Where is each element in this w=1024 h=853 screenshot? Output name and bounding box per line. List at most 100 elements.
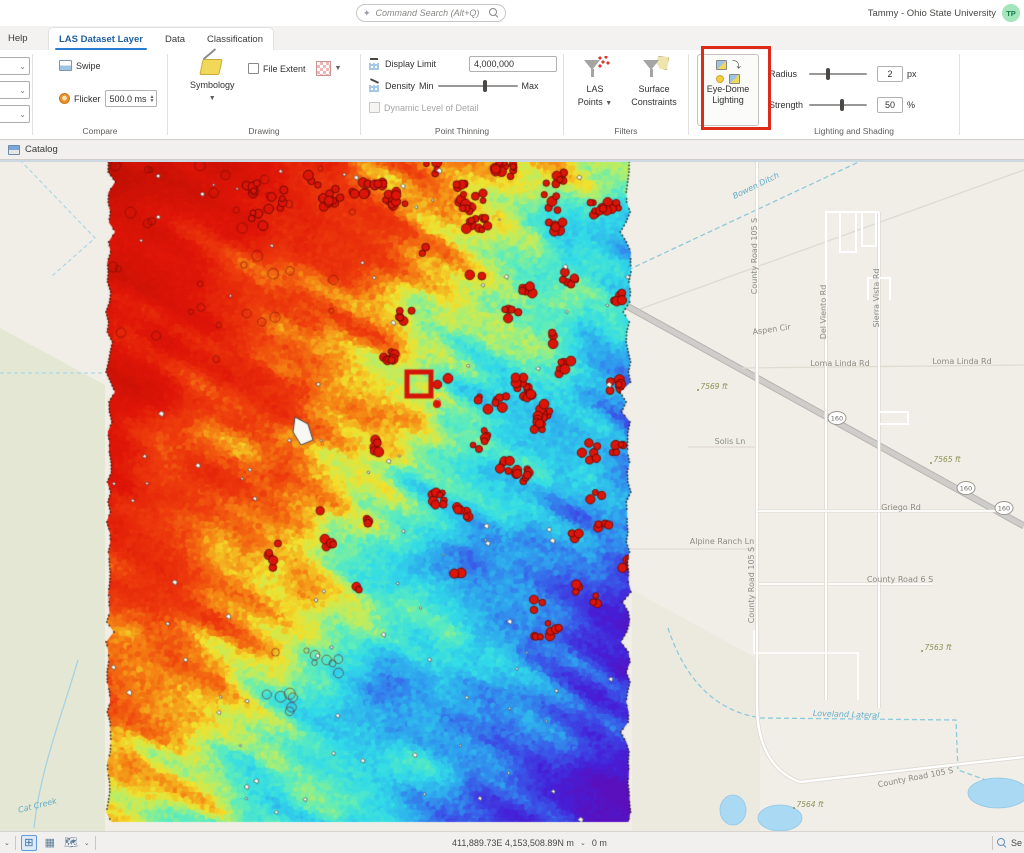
swipe-label: Swipe xyxy=(76,61,101,71)
layer-combo-1[interactable]: ⌄ xyxy=(0,57,30,75)
dynamic-lod-checkbox xyxy=(369,102,380,113)
eye-dome-lighting-button[interactable]: ⤵ Eye-Dome Lighting xyxy=(697,54,759,126)
layer-combo-2[interactable]: ⌄ xyxy=(0,81,30,99)
contextual-tab-group: LAS Dataset Layer Data Classification xyxy=(48,27,274,50)
flicker-label[interactable]: Flicker xyxy=(74,94,101,104)
title-bar: ✦ Command Search (Alt+Q) Tammy - Ohio St… xyxy=(0,0,1024,26)
tab-help[interactable]: Help xyxy=(2,26,34,50)
strength-slider[interactable] xyxy=(809,99,867,111)
radius-input[interactable]: 2 xyxy=(877,66,903,82)
display-limit-label: Display Limit xyxy=(385,59,436,69)
file-extent-checkbox[interactable] xyxy=(248,63,259,74)
user-area[interactable]: Tammy - Ohio State University TP xyxy=(868,0,1020,26)
layer-combo-3[interactable]: ⌄ xyxy=(0,105,30,123)
flicker-interval-spinner[interactable]: 500.0 ms ▲▼ xyxy=(105,90,158,107)
display-limit-icon xyxy=(369,58,381,70)
grid-toggle-icon[interactable]: ▦ xyxy=(42,835,58,851)
lidar-point-cloud[interactable] xyxy=(105,162,632,827)
strength-row: Strength 50 % xyxy=(769,97,915,113)
extent-color-swatch[interactable] xyxy=(316,61,331,76)
strength-unit: % xyxy=(907,100,915,110)
tab-classification[interactable]: Classification xyxy=(207,28,263,51)
group-point-thinning: Display Limit 4,000,000 Density Min Max … xyxy=(361,50,563,139)
density-slider[interactable] xyxy=(438,80,518,92)
map-view[interactable]: 160160160Bowen DitchLoveland LateralCat … xyxy=(0,160,1024,831)
map-label: 7564 ft xyxy=(796,800,824,809)
ribbon-tab-row: Help LAS Dataset Layer Data Classificati… xyxy=(0,26,1024,50)
spinner-arrows-icon[interactable]: ▲▼ xyxy=(150,95,155,103)
group-label-lighting: Lighting and Shading xyxy=(749,126,959,136)
symbology-button[interactable]: Symbology ▼ xyxy=(190,56,235,104)
layer-combo-column: ⌄ ⌄ ⌄ xyxy=(0,50,32,139)
chevron-down-icon[interactable]: ⌄ xyxy=(4,839,10,847)
map-top-border xyxy=(0,160,1024,162)
tab-las-dataset-layer[interactable]: LAS Dataset Layer xyxy=(59,28,143,51)
avatar[interactable]: TP xyxy=(1002,4,1020,22)
strength-label: Strength xyxy=(769,100,805,110)
radius-slider[interactable] xyxy=(809,68,867,80)
status-bar: ⌄ ⊞ ▦ 🗺 ⌄ 411,889.73E 4,153,508.89N m ⌄ … xyxy=(0,831,1024,853)
map-label: 7563 ft xyxy=(924,643,952,652)
las-points-filter-icon xyxy=(580,56,610,82)
statusbar-right-label[interactable]: Se xyxy=(1011,838,1022,848)
density-max-label: Max xyxy=(522,81,539,91)
density-icon xyxy=(369,80,381,92)
explore-icon[interactable] xyxy=(997,838,1007,848)
highway-shield: 160 xyxy=(960,484,972,492)
symbology-icon xyxy=(199,56,225,78)
chevron-down-icon[interactable]: ⌄ xyxy=(580,839,586,847)
radius-unit: px xyxy=(907,69,917,79)
map-label: Loma Linda Rd xyxy=(810,359,869,368)
group-separator xyxy=(959,54,960,135)
group-compare: Swipe Flicker 500.0 ms ▲▼ Compare xyxy=(33,50,167,139)
density-row: Density Min Max xyxy=(369,80,539,92)
map-label: 7565 ft xyxy=(933,455,961,464)
map-tools-icon[interactable]: 🗺 xyxy=(63,835,79,851)
las-points-button[interactable]: LAS Points ▼ xyxy=(572,56,618,109)
search-icon xyxy=(489,8,499,18)
map-label: Griego Rd xyxy=(881,503,921,512)
chevron-down-icon[interactable]: ▼ xyxy=(335,65,342,72)
group-label-drawing: Drawing xyxy=(168,126,360,136)
map-label: Solis Ln xyxy=(715,437,746,446)
strength-input[interactable]: 50 xyxy=(877,97,903,113)
symbology-label: Symbology xyxy=(190,80,235,91)
density-min-label: Min xyxy=(419,81,434,91)
catalog-tab-label: Catalog xyxy=(25,144,58,155)
surface-constraints-label-2: Constraints xyxy=(631,97,677,108)
snapping-toggle-icon[interactable]: ⊞ xyxy=(21,835,37,851)
surface-constraints-icon xyxy=(639,56,669,82)
file-extent-label: File Extent xyxy=(263,64,306,74)
command-search-input[interactable]: ✦ Command Search (Alt+Q) xyxy=(356,4,506,22)
coordinates-readout[interactable]: 411,889.73E 4,153,508.89N m xyxy=(452,838,574,848)
user-name: Tammy - Ohio State University xyxy=(868,8,996,19)
map-label: County Road 6 S xyxy=(867,575,933,584)
surface-constraints-label-1: Surface xyxy=(638,84,669,95)
command-search-placeholder: Command Search (Alt+Q) xyxy=(376,8,484,18)
highway-shield: 160 xyxy=(998,504,1010,512)
tab-data[interactable]: Data xyxy=(165,28,185,51)
file-extent-checkbox-row: File Extent ▼ xyxy=(248,61,341,76)
chevron-down-icon[interactable]: ⌄ xyxy=(84,839,90,847)
las-points-label-1: LAS xyxy=(586,84,603,95)
eye-dome-lighting-icon: ⤵ xyxy=(715,60,741,84)
group-label-filters: Filters xyxy=(564,126,688,136)
catalog-pane-bar: Catalog xyxy=(0,140,1024,160)
map-label: Loma Linda Rd xyxy=(932,357,991,366)
flicker-row: Flicker 500.0 ms ▲▼ xyxy=(59,90,157,107)
catalog-tab[interactable]: Catalog xyxy=(0,140,68,160)
chevron-down-icon: ▼ xyxy=(209,93,216,104)
edl-label-1: Eye-Dome xyxy=(707,84,750,95)
surface-constraints-button[interactable]: Surface Constraints xyxy=(626,56,682,108)
swipe-button[interactable]: Swipe xyxy=(59,60,101,71)
map-label: Alpine Ranch Ln xyxy=(690,537,754,546)
edl-label-2: Lighting xyxy=(712,95,744,106)
radius-row: Radius 2 px xyxy=(769,66,917,82)
dynamic-lod-row: Dynamic Level of Detail xyxy=(369,102,479,113)
separator xyxy=(992,836,993,850)
radius-label: Radius xyxy=(769,69,805,79)
dynamic-lod-label: Dynamic Level of Detail xyxy=(384,103,479,113)
map-label: County Road 105 S xyxy=(747,547,756,624)
display-limit-input[interactable]: 4,000,000 xyxy=(469,56,557,72)
group-label-point-thinning: Point Thinning xyxy=(361,126,563,136)
